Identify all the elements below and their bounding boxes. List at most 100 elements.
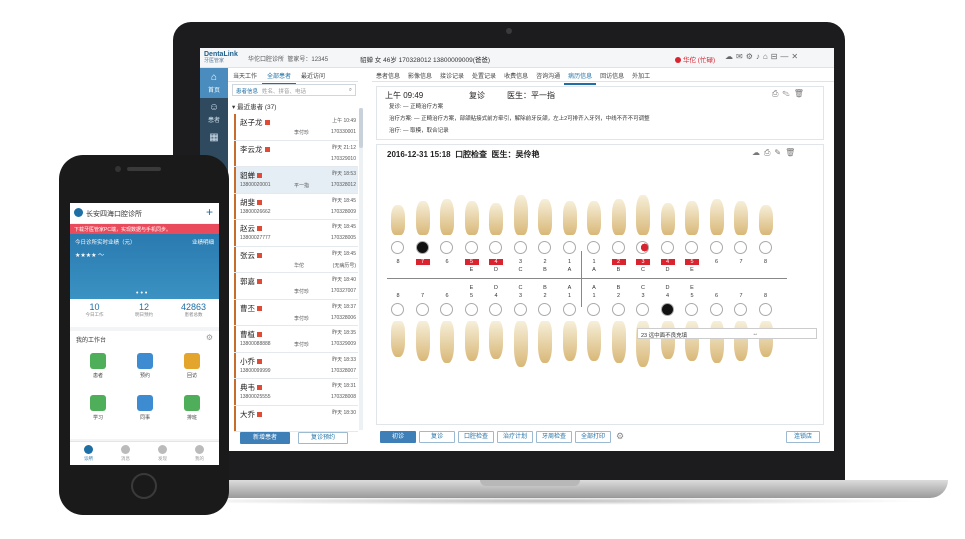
upper-tooth[interactable] xyxy=(391,205,405,235)
patient-row[interactable]: 郭嘉 昨天 18:40 李付珍 170327007 xyxy=(234,273,358,300)
patient-row[interactable]: 大乔 昨天 18:30 xyxy=(234,405,358,432)
tab-record[interactable]: 收费信息 xyxy=(500,68,532,83)
patient-row[interactable]: 李云龙 昨天 21:12 170329010 xyxy=(234,140,358,167)
tooth-note[interactable]: 23 远中面不良充填 ↔ xyxy=(637,328,817,339)
tab-record[interactable]: 回访信息 xyxy=(596,68,628,83)
patient-row[interactable]: 张云 昨天 18:45 华佗 (无病历号) xyxy=(234,246,358,273)
add-icon[interactable]: + xyxy=(206,205,213,219)
mobile-tab[interactable]: 发现 xyxy=(144,445,181,462)
settings-icon[interactable]: ⚙ xyxy=(616,431,624,442)
lower-tooth-surface[interactable] xyxy=(440,303,453,316)
new-patient-button[interactable]: 新增患者 xyxy=(240,432,290,444)
patient-row[interactable]: 典韦 昨天 18:31 13800025555 170328008 xyxy=(234,379,358,406)
tab-record[interactable]: 接诊记录 xyxy=(436,68,468,83)
stat-item[interactable]: 42863 患者总数 xyxy=(169,302,218,318)
workbench-app[interactable]: 学习 xyxy=(78,395,118,421)
patient-search[interactable]: 患者信息 姓名、拼音、电话 ⌕ xyxy=(232,84,356,96)
upper-tooth-surface[interactable] xyxy=(685,241,698,254)
lower-tooth[interactable] xyxy=(660,321,675,359)
tab-list[interactable]: 最近访问 xyxy=(296,68,330,83)
lower-tooth[interactable] xyxy=(489,321,503,359)
lower-tooth-surface[interactable] xyxy=(734,303,747,316)
lower-tooth[interactable] xyxy=(734,321,748,361)
workbench-app[interactable]: 同事 xyxy=(125,395,165,421)
sidenav-item[interactable]: ▦ xyxy=(200,128,228,158)
record-filter-button[interactable]: 治疗计划 xyxy=(497,431,533,443)
workbench-app[interactable]: 回访 xyxy=(172,353,212,379)
record-filter-button[interactable]: 复诊 xyxy=(419,431,455,443)
exam-actions[interactable]: ☁⎙✎🗑 xyxy=(752,148,799,158)
upper-tooth-surface[interactable] xyxy=(636,241,649,254)
mobile-tab[interactable]: 我的 xyxy=(181,445,218,462)
tab-record[interactable]: 咨询沟通 xyxy=(532,68,564,83)
lower-tooth-surface[interactable] xyxy=(562,303,576,316)
upper-tooth-surface[interactable] xyxy=(489,241,502,254)
record-filter-button[interactable]: 牙周检查 xyxy=(536,431,572,443)
lower-tooth-surface[interactable] xyxy=(660,303,674,316)
lower-tooth[interactable] xyxy=(685,321,699,361)
upper-tooth-surface[interactable] xyxy=(660,241,674,254)
upper-tooth-surface[interactable] xyxy=(464,241,478,254)
upper-tooth-surface[interactable] xyxy=(513,241,527,254)
search-scope[interactable]: 患者信息 xyxy=(236,89,258,95)
tab-list[interactable]: 全部患者 xyxy=(262,68,297,85)
upper-tooth-surface[interactable] xyxy=(440,241,453,254)
patient-row[interactable]: 曹丕 昨天 18:37 李付珍 170328006 xyxy=(234,299,358,326)
upper-tooth-surface[interactable] xyxy=(415,241,429,254)
lower-tooth[interactable] xyxy=(513,321,528,367)
upper-tooth[interactable] xyxy=(587,201,601,235)
tab-record[interactable]: 病历信息 xyxy=(564,68,597,85)
home-button[interactable] xyxy=(131,473,157,499)
list-scrollbar[interactable] xyxy=(359,108,363,430)
lower-tooth-surface[interactable] xyxy=(538,303,551,316)
upper-tooth[interactable] xyxy=(562,201,577,235)
search-icon[interactable]: ⌕ xyxy=(349,87,352,94)
upper-tooth-surface[interactable] xyxy=(391,241,404,254)
sync-alert[interactable]: 下载牙医管家PC端，实现数据与手机同步。 xyxy=(70,224,219,234)
banner-detail-link[interactable]: 业绩明细 xyxy=(192,238,214,246)
patient-row[interactable]: 赵云 昨天 18:45 13800027777 170328005 xyxy=(234,220,358,247)
lower-tooth-surface[interactable] xyxy=(391,303,404,316)
upper-tooth[interactable] xyxy=(440,199,454,235)
lower-tooth-surface[interactable] xyxy=(415,303,429,316)
record-filter-button[interactable]: 初诊 xyxy=(380,431,416,443)
stat-item[interactable]: 10 今日工作 xyxy=(70,302,119,318)
patient-row[interactable]: 貂蝉 昨天 18:53 13800020001 平一指 170328012 xyxy=(234,167,358,194)
toolbar-icons[interactable]: ☁✉⚙♪⌂⊟—✕ xyxy=(725,52,801,61)
sidenav-item[interactable]: ⌂ 首页 xyxy=(200,68,228,98)
workbench-app[interactable]: 预约 xyxy=(125,353,165,379)
upper-tooth[interactable] xyxy=(538,199,552,235)
lower-tooth[interactable] xyxy=(587,321,601,361)
upper-tooth-surface[interactable] xyxy=(709,241,723,254)
lower-tooth-surface[interactable] xyxy=(611,303,625,316)
lower-tooth-surface[interactable] xyxy=(709,303,723,316)
tab-record[interactable]: 处置记录 xyxy=(468,68,500,83)
upper-tooth-surface[interactable] xyxy=(734,241,747,254)
tab-list[interactable]: 当天工作 xyxy=(228,68,262,83)
upper-tooth-surface[interactable] xyxy=(611,241,625,254)
performance-banner[interactable]: 今日诊所实时业绩（元） 业绩明细 ★★★★ ～ ••• xyxy=(70,234,219,299)
upper-tooth-surface[interactable] xyxy=(562,241,576,254)
upper-tooth[interactable] xyxy=(611,199,626,235)
lower-tooth[interactable] xyxy=(538,321,552,363)
tab-record[interactable]: 外加工 xyxy=(628,68,654,83)
lower-tooth-surface[interactable] xyxy=(636,303,649,316)
patient-row[interactable]: 胡斐 昨天 18:45 13800026662 170328009 xyxy=(234,193,358,220)
lower-tooth-surface[interactable] xyxy=(464,303,478,316)
upper-tooth[interactable] xyxy=(489,203,503,235)
lower-tooth[interactable] xyxy=(611,321,626,363)
lower-tooth[interactable] xyxy=(415,321,430,361)
tab-record[interactable]: 患者信息 xyxy=(372,68,404,83)
patient-row[interactable]: 曹植 昨天 18:35 13800088888 李付珍 170329009 xyxy=(234,326,358,353)
lower-tooth[interactable] xyxy=(758,321,773,357)
lower-tooth-surface[interactable] xyxy=(587,303,600,316)
upper-tooth[interactable] xyxy=(464,201,479,235)
lower-tooth[interactable] xyxy=(440,321,454,363)
lower-tooth[interactable] xyxy=(464,321,479,361)
patient-row[interactable]: 赵子龙 上午 10:49 李付珍 170330001 xyxy=(234,114,358,141)
mobile-clinic-name[interactable]: 长安四海口腔诊所 xyxy=(86,209,142,219)
upper-tooth-surface[interactable] xyxy=(538,241,551,254)
mobile-tab[interactable]: 消息 xyxy=(107,445,144,462)
sidenav-item[interactable]: ☺ 患者 xyxy=(200,98,228,128)
lower-tooth[interactable] xyxy=(391,321,405,357)
